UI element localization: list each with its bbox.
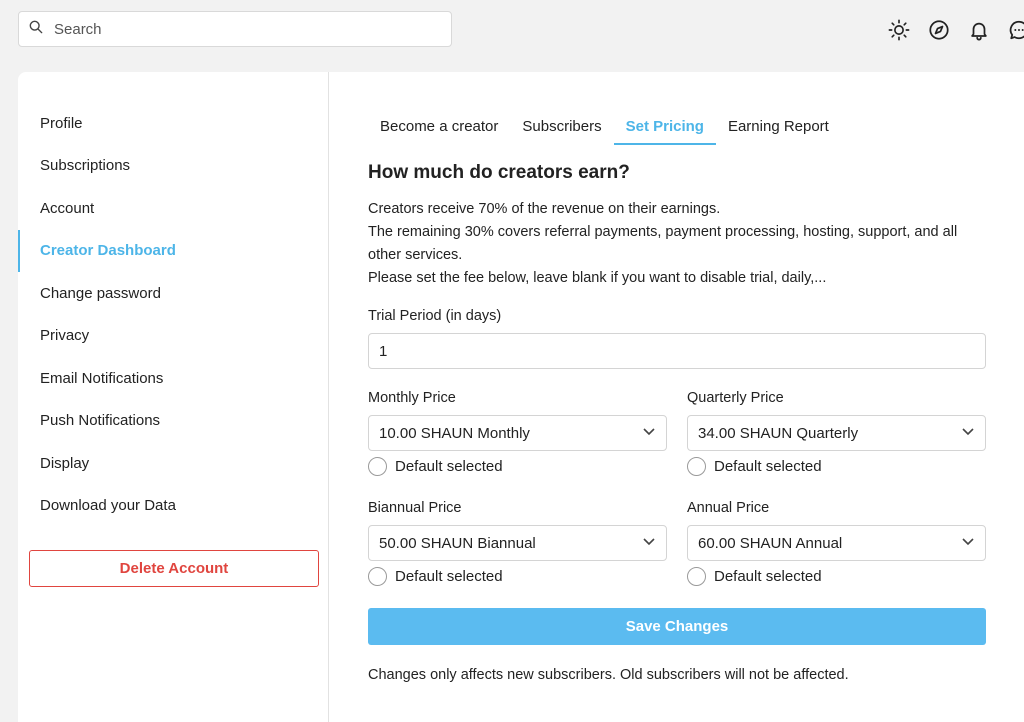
search-icon — [29, 20, 43, 39]
save-changes-button[interactable]: Save Changes — [368, 608, 986, 645]
chat-icon[interactable] — [1006, 17, 1024, 43]
sidebar-item-privacy[interactable]: Privacy — [18, 315, 329, 358]
sun-icon[interactable] — [886, 17, 912, 43]
settings-card: Profile Subscriptions Account Creator Da… — [18, 72, 1024, 722]
radio-icon — [368, 567, 387, 586]
biannual-default-label: Default selected — [395, 568, 503, 585]
description-line: Please set the fee below, leave blank if… — [368, 270, 827, 286]
radio-icon — [368, 457, 387, 476]
monthly-default-radio[interactable]: Default selected — [368, 457, 503, 476]
description-line: Creators receive 70% of the revenue on t… — [368, 201, 721, 217]
sidebar: Profile Subscriptions Account Creator Da… — [18, 72, 329, 722]
sidebar-item-profile[interactable]: Profile — [18, 102, 329, 145]
monthly-price-label: Monthly Price — [368, 390, 456, 406]
footnote: Changes only affects new subscribers. Ol… — [368, 667, 849, 683]
sidebar-menu: Profile Subscriptions Account Creator Da… — [18, 102, 329, 527]
section-heading: How much do creators earn? — [368, 162, 630, 183]
tab-bar: Become a creator Subscribers Set Pricing… — [368, 112, 841, 145]
chevron-down-icon — [961, 534, 975, 552]
quarterly-price-label: Quarterly Price — [687, 390, 784, 406]
radio-icon — [687, 457, 706, 476]
sidebar-item-subscriptions[interactable]: Subscriptions — [18, 145, 329, 188]
tab-become-creator[interactable]: Become a creator — [368, 112, 510, 145]
sidebar-item-account[interactable]: Account — [18, 187, 329, 230]
biannual-price-select[interactable]: 50.00 SHAUN Biannual — [368, 525, 667, 561]
compass-icon[interactable] — [926, 17, 952, 43]
description: Creators receive 70% of the revenue on t… — [368, 198, 988, 290]
chevron-down-icon — [642, 424, 656, 442]
biannual-default-radio[interactable]: Default selected — [368, 567, 503, 586]
tab-set-pricing[interactable]: Set Pricing — [613, 112, 716, 145]
sidebar-item-download-data[interactable]: Download your Data — [18, 485, 329, 528]
annual-price-select[interactable]: 60.00 SHAUN Annual — [687, 525, 986, 561]
sidebar-item-creator-dashboard[interactable]: Creator Dashboard — [18, 229, 329, 273]
quarterly-default-radio[interactable]: Default selected — [687, 457, 822, 476]
chevron-down-icon — [642, 534, 656, 552]
annual-price-value: 60.00 SHAUN Annual — [698, 534, 843, 552]
description-line: The remaining 30% covers referral paymen… — [368, 224, 958, 263]
search-box[interactable] — [18, 11, 452, 47]
biannual-price-value: 50.00 SHAUN Biannual — [379, 534, 536, 552]
annual-default-label: Default selected — [714, 568, 822, 585]
annual-default-radio[interactable]: Default selected — [687, 567, 822, 586]
sidebar-item-change-password[interactable]: Change password — [18, 272, 329, 315]
radio-icon — [687, 567, 706, 586]
top-icons — [886, 17, 1024, 43]
trial-period-input[interactable] — [368, 333, 986, 369]
monthly-price-select[interactable]: 10.00 SHAUN Monthly — [368, 415, 667, 451]
top-bar — [0, 0, 1024, 60]
tab-subscribers[interactable]: Subscribers — [510, 112, 613, 145]
quarterly-default-label: Default selected — [714, 458, 822, 475]
monthly-default-label: Default selected — [395, 458, 503, 475]
annual-price-label: Annual Price — [687, 500, 770, 516]
biannual-price-label: Biannual Price — [368, 500, 462, 516]
quarterly-price-value: 34.00 SHAUN Quarterly — [698, 424, 859, 442]
trial-period-label: Trial Period (in days) — [368, 308, 502, 324]
sidebar-item-email-notifications[interactable]: Email Notifications — [18, 357, 329, 400]
quarterly-price-select[interactable]: 34.00 SHAUN Quarterly — [687, 415, 986, 451]
monthly-price-value: 10.00 SHAUN Monthly — [379, 424, 530, 442]
delete-account-button[interactable]: Delete Account — [29, 550, 319, 587]
tab-earning-report[interactable]: Earning Report — [716, 112, 841, 145]
sidebar-item-push-notifications[interactable]: Push Notifications — [18, 400, 329, 443]
sidebar-item-display[interactable]: Display — [18, 442, 329, 485]
chevron-down-icon — [961, 424, 975, 442]
search-input[interactable] — [52, 19, 432, 39]
bell-icon[interactable] — [966, 17, 992, 43]
